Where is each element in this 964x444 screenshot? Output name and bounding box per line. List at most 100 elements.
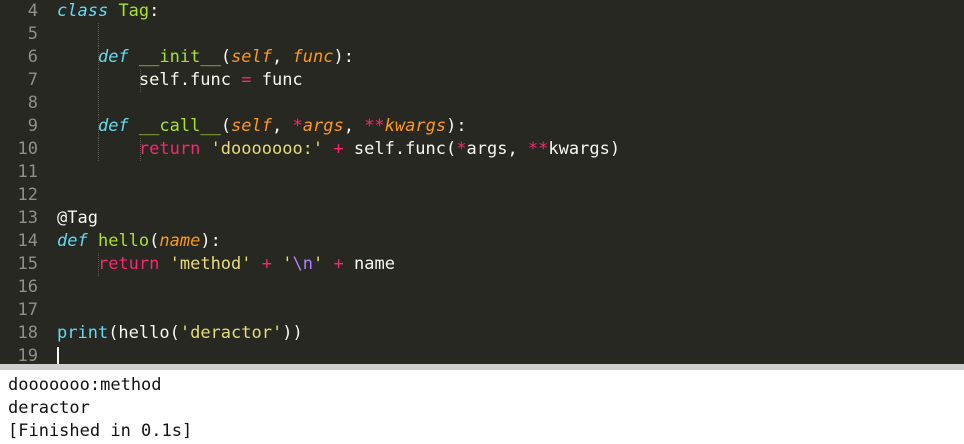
- code-token: ):: [200, 231, 221, 251]
- code-line[interactable]: 5: [0, 23, 964, 46]
- code-token: ):: [333, 47, 354, 67]
- code-token: print: [57, 323, 109, 343]
- line-number: 13: [17, 208, 38, 228]
- code-token: name: [343, 254, 395, 274]
- code-token: args,: [466, 139, 528, 159]
- code-line[interactable]: 10 return 'dooooooo:' + self.func(*args,…: [0, 138, 964, 161]
- code-line[interactable]: 18 print(hello('deractor')): [0, 322, 964, 345]
- line-number: 6: [27, 47, 38, 67]
- code-line[interactable]: 17: [0, 299, 964, 322]
- line-number: 9: [27, 116, 38, 136]
- code-token: ):: [446, 116, 467, 136]
- code-token: :: [149, 1, 160, 21]
- line-number: 14: [17, 231, 38, 251]
- code-line[interactable]: 19: [0, 345, 964, 364]
- line-number: 16: [17, 277, 38, 297]
- code-token: (: [220, 47, 232, 67]
- code-line[interactable]: 16: [0, 276, 964, 299]
- code-line[interactable]: 13 @Tag: [0, 207, 964, 230]
- code-token: +: [333, 254, 344, 274]
- code-token: \n: [292, 254, 313, 274]
- code-text: @Tag: [57, 207, 98, 230]
- text-cursor: [57, 347, 59, 364]
- line-number: 19: [17, 346, 38, 364]
- line-number: 7: [27, 70, 38, 90]
- code-token: @Tag: [57, 208, 98, 228]
- code-token: hello: [97, 231, 150, 251]
- indent-guide: [98, 92, 99, 115]
- code-token: =: [241, 70, 252, 90]
- code-token: kwargs): [548, 139, 621, 159]
- code-text: print(hello('deractor')): [57, 322, 303, 345]
- build-output-panel[interactable]: dooooooo:method deractor [Finished in 0.…: [0, 364, 964, 444]
- code-token: **: [364, 116, 385, 136]
- code-line[interactable]: 6 def __init__(self, func):: [0, 46, 964, 69]
- code-token: Tag: [118, 1, 150, 21]
- code-line[interactable]: 11: [0, 161, 964, 184]
- code-text: return 'method' + '\n' + name: [57, 253, 395, 276]
- code-line[interactable]: 15 return 'method' + '\n' + name: [0, 253, 964, 276]
- code-token: args: [302, 116, 344, 136]
- code-token: ': [313, 254, 324, 274]
- code-token: return: [97, 254, 160, 274]
- code-line[interactable]: 7 self.func = func: [0, 69, 964, 92]
- code-token: )): [282, 323, 303, 343]
- line-number: 5: [27, 24, 38, 44]
- code-line[interactable]: 12: [0, 184, 964, 207]
- code-token: +: [333, 139, 344, 159]
- line-number: 18: [17, 323, 38, 343]
- line-number: 17: [17, 300, 38, 320]
- code-token: return: [138, 139, 201, 159]
- code-text: def __init__(self, func):: [57, 46, 354, 69]
- output-line-3: [Finished in 0.1s]: [8, 421, 193, 441]
- code-token: self: [231, 47, 273, 67]
- output-line-1: dooooooo:method: [8, 375, 162, 395]
- code-token: 'deractor': [179, 323, 283, 343]
- line-number: 11: [17, 162, 38, 182]
- code-token: name: [159, 231, 201, 251]
- code-token: ': [282, 254, 293, 274]
- code-token: def: [57, 231, 88, 251]
- code-token: __init__: [138, 47, 221, 67]
- code-line[interactable]: 9 def __call__(self, *args, **kwargs):: [0, 115, 964, 138]
- code-token: ,: [272, 116, 293, 136]
- code-token: self.func(: [343, 139, 457, 159]
- code-text: return 'dooooooo:' + self.func(*args, **…: [57, 138, 620, 161]
- code-line[interactable]: 4 class Tag:: [0, 0, 964, 23]
- line-number: 4: [27, 1, 38, 21]
- code-line[interactable]: 8: [0, 92, 964, 115]
- code-token: (hello(: [108, 323, 180, 343]
- code-token: def: [97, 47, 129, 67]
- code-token: 'method': [169, 254, 252, 274]
- code-token: __call__: [138, 116, 221, 136]
- sublime-text-window: 4 class Tag: 5 6 def __init__(self, func): 7…: [0, 0, 964, 444]
- code-token: (: [149, 231, 160, 251]
- line-number: 15: [17, 254, 38, 274]
- code-token: kwargs: [384, 116, 447, 136]
- code-token: +: [261, 254, 273, 274]
- code-token: **: [527, 139, 549, 159]
- code-text: self.func = func: [57, 69, 303, 92]
- code-token: func: [292, 47, 334, 67]
- code-token: (: [220, 116, 232, 136]
- code-token: self.func: [57, 70, 242, 90]
- code-token: func: [251, 70, 303, 90]
- indent-guide: [98, 23, 99, 46]
- code-token: *: [456, 139, 467, 159]
- output-line-2: deractor: [8, 398, 90, 418]
- code-token: ,: [343, 116, 365, 136]
- code-line[interactable]: 14 def hello(name):: [0, 230, 964, 253]
- code-editor[interactable]: 4 class Tag: 5 6 def __init__(self, func): 7…: [0, 0, 964, 364]
